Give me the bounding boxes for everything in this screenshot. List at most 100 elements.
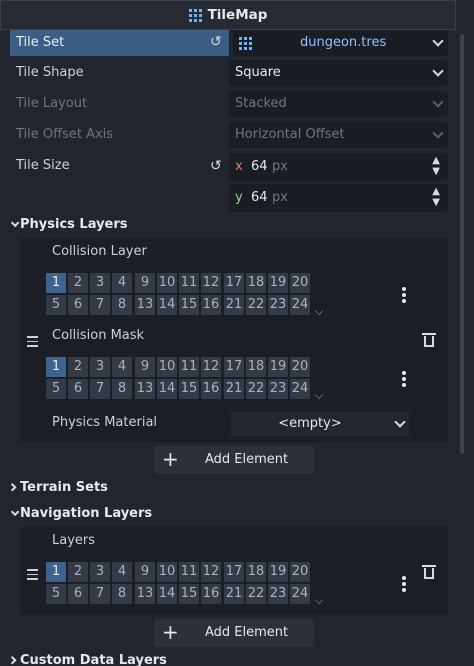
- layer-bit-17[interactable]: 17: [224, 273, 244, 293]
- reset-icon[interactable]: ↺: [210, 158, 222, 174]
- layers-expand-icon[interactable]: [314, 390, 324, 400]
- section-terrain-sets[interactable]: Terrain Sets: [8, 480, 108, 495]
- layer-bit-20[interactable]: 20: [290, 273, 310, 293]
- layer-bit-22[interactable]: 22: [246, 584, 266, 604]
- layer-bit-7[interactable]: 7: [90, 295, 110, 315]
- layer-bit-10[interactable]: 10: [157, 562, 177, 582]
- layer-bit-18[interactable]: 18: [246, 562, 266, 582]
- layer-bit-3[interactable]: 3: [90, 562, 110, 582]
- layer-bit-20[interactable]: 20: [290, 562, 310, 582]
- layer-bit-2[interactable]: 2: [68, 273, 88, 293]
- spinner-icon[interactable]: ▲ ▼: [432, 186, 440, 208]
- layer-bit-16[interactable]: 16: [201, 584, 221, 604]
- layer-bit-7[interactable]: 7: [90, 584, 110, 604]
- layer-bit-13[interactable]: 13: [135, 379, 155, 399]
- layer-bit-9[interactable]: 9: [135, 273, 155, 293]
- layer-bit-11[interactable]: 11: [179, 357, 199, 377]
- layer-bit-15[interactable]: 15: [179, 379, 199, 399]
- drag-handle-icon[interactable]: [27, 569, 38, 583]
- inspector-scrollbar[interactable]: [458, 30, 466, 666]
- layer-bit-13[interactable]: 13: [135, 295, 155, 315]
- section-physics-layers[interactable]: Physics Layers: [10, 217, 128, 232]
- layer-bit-2[interactable]: 2: [68, 357, 88, 377]
- chevron-down-icon[interactable]: [432, 35, 444, 47]
- layer-bit-10[interactable]: 10: [157, 357, 177, 377]
- layer-bit-23[interactable]: 23: [268, 584, 288, 604]
- tile-shape-select[interactable]: Square: [229, 60, 448, 86]
- layer-bit-14[interactable]: 14: [157, 584, 177, 604]
- layer-bit-16[interactable]: 16: [201, 295, 221, 315]
- reset-icon[interactable]: ↺: [210, 34, 222, 50]
- layer-bit-12[interactable]: 12: [201, 273, 221, 293]
- delete-icon[interactable]: [422, 565, 436, 579]
- drag-handle-icon[interactable]: [27, 336, 38, 350]
- add-physics-layer-button[interactable]: + Add Element: [154, 446, 314, 474]
- layer-bit-11[interactable]: 11: [179, 273, 199, 293]
- layer-bit-4[interactable]: 4: [112, 273, 132, 293]
- layers-expand-icon[interactable]: [314, 306, 324, 316]
- layer-bit-8[interactable]: 8: [112, 584, 132, 604]
- layer-bit-1[interactable]: 1: [46, 562, 66, 582]
- layer-bit-16[interactable]: 16: [201, 379, 221, 399]
- collision-mask-bits[interactable]: 1 2 3 4 5 6 7 8 9 10 11 12 13 14 15 16 17 18 19 20 21 22 23 24: [46, 357, 311, 399]
- delete-icon[interactable]: [422, 333, 436, 347]
- layer-bit-8[interactable]: 8: [112, 295, 132, 315]
- layer-bit-13[interactable]: 13: [135, 584, 155, 604]
- collision-layer-bits[interactable]: 1 2 3 4 5 6 7 8 9 10 11 12 13 14 15 16 17 18 19 20 21 22 23 24: [46, 273, 311, 315]
- layer-bit-12[interactable]: 12: [201, 357, 221, 377]
- layer-bit-19[interactable]: 19: [268, 562, 288, 582]
- layers-expand-icon[interactable]: [314, 595, 324, 605]
- layer-bit-1[interactable]: 1: [46, 273, 66, 293]
- layer-bit-15[interactable]: 15: [179, 584, 199, 604]
- tile-size-x-field[interactable]: x 64 px ▲ ▼: [229, 153, 448, 181]
- layer-bit-4[interactable]: 4: [112, 562, 132, 582]
- layer-bit-5[interactable]: 5: [46, 584, 66, 604]
- section-navigation-layers[interactable]: Navigation Layers: [10, 506, 152, 521]
- layer-bit-18[interactable]: 18: [246, 273, 266, 293]
- layer-bit-11[interactable]: 11: [179, 562, 199, 582]
- more-options-icon[interactable]: [402, 576, 406, 594]
- layer-bit-1[interactable]: 1: [46, 357, 66, 377]
- layer-bit-6[interactable]: 6: [68, 379, 88, 399]
- scrollbar-thumb[interactable]: [460, 34, 464, 454]
- layer-bit-12[interactable]: 12: [201, 562, 221, 582]
- layer-bit-17[interactable]: 17: [224, 562, 244, 582]
- layer-bit-23[interactable]: 23: [268, 295, 288, 315]
- layer-bit-5[interactable]: 5: [46, 295, 66, 315]
- layer-bit-24[interactable]: 24: [290, 584, 310, 604]
- layer-bit-22[interactable]: 22: [246, 379, 266, 399]
- layer-bit-21[interactable]: 21: [224, 295, 244, 315]
- layer-bit-17[interactable]: 17: [224, 357, 244, 377]
- layer-bit-9[interactable]: 9: [135, 562, 155, 582]
- layer-bit-3[interactable]: 3: [90, 357, 110, 377]
- layer-bit-3[interactable]: 3: [90, 273, 110, 293]
- layer-bit-4[interactable]: 4: [112, 357, 132, 377]
- layer-bit-19[interactable]: 19: [268, 357, 288, 377]
- layer-bit-2[interactable]: 2: [68, 562, 88, 582]
- physics-material-picker[interactable]: <empty>: [230, 412, 410, 436]
- layer-bit-24[interactable]: 24: [290, 379, 310, 399]
- layer-bit-8[interactable]: 8: [112, 379, 132, 399]
- layer-bit-21[interactable]: 21: [224, 379, 244, 399]
- layer-bit-15[interactable]: 15: [179, 295, 199, 315]
- layer-bit-14[interactable]: 14: [157, 379, 177, 399]
- layer-bit-19[interactable]: 19: [268, 273, 288, 293]
- layer-bit-6[interactable]: 6: [68, 584, 88, 604]
- spinner-icon[interactable]: ▲ ▼: [432, 155, 440, 177]
- layer-bit-9[interactable]: 9: [135, 357, 155, 377]
- layer-bit-14[interactable]: 14: [157, 295, 177, 315]
- layer-bit-6[interactable]: 6: [68, 295, 88, 315]
- more-options-icon[interactable]: [402, 287, 406, 305]
- layer-bit-18[interactable]: 18: [246, 357, 266, 377]
- layer-bit-7[interactable]: 7: [90, 379, 110, 399]
- layer-bit-23[interactable]: 23: [268, 379, 288, 399]
- section-custom-data-layers[interactable]: Custom Data Layers: [8, 653, 167, 666]
- navigation-layer-bits[interactable]: 1 2 3 4 5 6 7 8 9 10 11 12 13 14 15 16 17 18 19 20 21 22 23 24: [46, 562, 311, 604]
- more-options-icon[interactable]: [402, 371, 406, 389]
- layer-bit-20[interactable]: 20: [290, 357, 310, 377]
- layer-bit-5[interactable]: 5: [46, 379, 66, 399]
- tile-size-y-field[interactable]: y 64 px ▲ ▼: [229, 184, 448, 212]
- layer-bit-24[interactable]: 24: [290, 295, 310, 315]
- layer-bit-10[interactable]: 10: [157, 273, 177, 293]
- tileset-resource-picker[interactable]: dungeon.tres: [233, 30, 448, 56]
